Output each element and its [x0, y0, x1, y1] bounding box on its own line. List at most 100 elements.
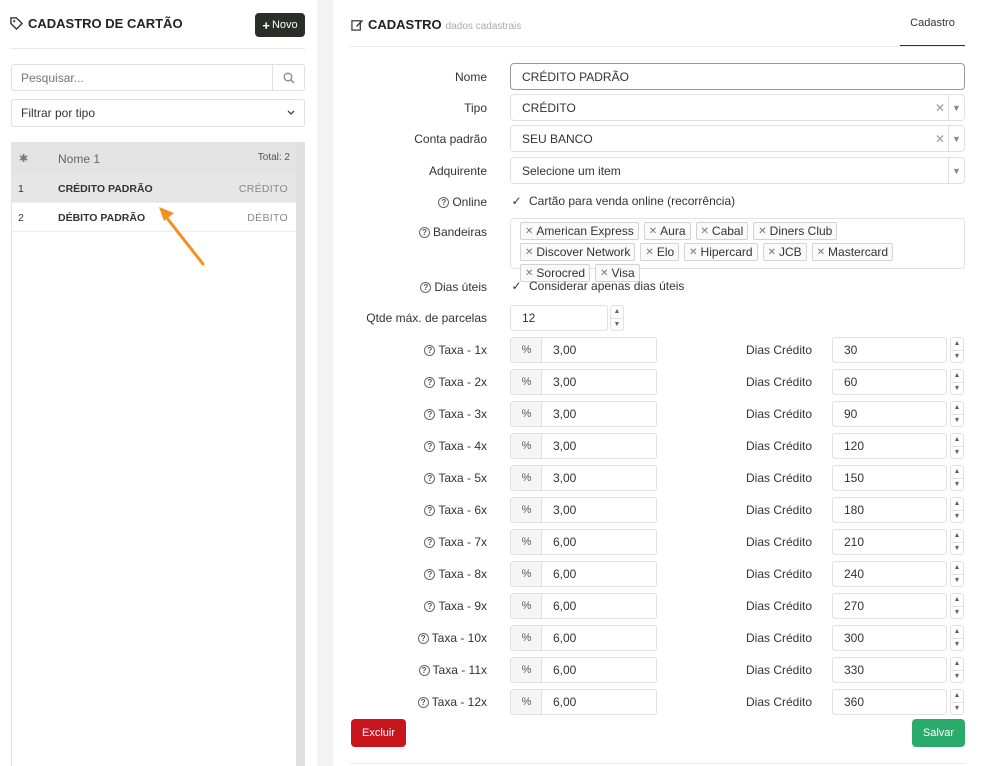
list-item[interactable]: 1 CRÉDITO PADRÃO CRÉDITO [12, 174, 304, 203]
new-card-button[interactable]: + Novo [255, 13, 305, 37]
dias-credito-input[interactable]: 180 [832, 497, 947, 523]
bandeira-tag[interactable]: ✕ Diners Club [753, 222, 838, 240]
chevron-down-icon[interactable]: ▼ [948, 158, 964, 183]
taxa-input[interactable]: 6,00 [541, 625, 657, 651]
tipo-select[interactable]: CRÉDITO ✕ ▼ [510, 94, 965, 121]
search-input[interactable] [12, 65, 272, 90]
remove-tag-icon[interactable]: ✕ [525, 226, 533, 237]
question-circle-icon[interactable]: ? [424, 344, 436, 356]
taxa-input[interactable]: 3,00 [541, 337, 657, 363]
clear-icon[interactable]: ✕ [932, 132, 948, 146]
chevron-up-icon[interactable]: ▲ [951, 434, 963, 446]
chevron-down-icon[interactable]: ▼ [951, 541, 963, 555]
chevron-up-icon[interactable]: ▲ [951, 370, 963, 382]
gear-icon[interactable]: ✱ [19, 152, 28, 165]
question-circle-icon[interactable]: ? [417, 632, 429, 644]
taxa-input[interactable]: 6,00 [541, 529, 657, 555]
taxa-input[interactable]: 3,00 [541, 497, 657, 523]
taxa-input[interactable]: 6,00 [541, 561, 657, 587]
bandeira-tag[interactable]: ✕ Hipercard [684, 243, 758, 261]
dias-credito-input[interactable]: 210 [832, 529, 947, 555]
chevron-down-icon[interactable]: ▼ [951, 637, 963, 651]
taxa-input[interactable]: 6,00 [541, 689, 657, 715]
list-scrollbar[interactable] [296, 143, 305, 766]
chevron-up-icon[interactable]: ▲ [951, 466, 963, 478]
dias-credito-input[interactable]: 90 [832, 401, 947, 427]
remove-tag-icon[interactable]: ✕ [758, 226, 766, 237]
taxa-input[interactable]: 3,00 [541, 369, 657, 395]
dias-credito-stepper[interactable]: ▲ ▼ [950, 337, 964, 363]
remove-tag-icon[interactable]: ✕ [649, 226, 657, 237]
chevron-up-icon[interactable]: ▲ [611, 306, 623, 318]
dias-credito-stepper[interactable]: ▲ ▼ [950, 593, 964, 619]
question-circle-icon[interactable]: ? [424, 376, 436, 388]
bandeira-tag[interactable]: ✕ Discover Network [520, 243, 636, 261]
chevron-up-icon[interactable]: ▲ [951, 498, 963, 510]
type-filter-select[interactable]: Filtrar por tipo [11, 99, 305, 127]
chevron-up-icon[interactable]: ▲ [951, 690, 963, 702]
taxa-input[interactable]: 6,00 [541, 593, 657, 619]
dias-credito-stepper[interactable]: ▲ ▼ [950, 369, 964, 395]
dias-credito-stepper[interactable]: ▲ ▼ [950, 561, 964, 587]
delete-button[interactable]: Excluir [351, 719, 406, 747]
dias-credito-input[interactable]: 150 [832, 465, 947, 491]
question-circle-icon[interactable]: ? [424, 600, 436, 612]
dias-credito-stepper[interactable]: ▲ ▼ [950, 625, 964, 651]
question-circle-icon[interactable]: ? [418, 664, 430, 676]
chevron-down-icon[interactable]: ▼ [951, 413, 963, 427]
dias-credito-input[interactable]: 360 [832, 689, 947, 715]
bandeira-tag[interactable]: ✕ Mastercard [811, 243, 894, 261]
chevron-down-icon[interactable]: ▼ [951, 509, 963, 523]
dias-credito-input[interactable]: 270 [832, 593, 947, 619]
chevron-down-icon[interactable]: ▼ [951, 605, 963, 619]
question-circle-icon[interactable]: ? [438, 196, 450, 208]
remove-tag-icon[interactable]: ✕ [525, 268, 533, 279]
chevron-down-icon[interactable]: ▼ [948, 126, 964, 151]
question-circle-icon[interactable]: ? [418, 226, 430, 238]
chevron-up-icon[interactable]: ▲ [951, 562, 963, 574]
chevron-up-icon[interactable]: ▲ [951, 402, 963, 414]
bandeira-tag[interactable]: ✕ Elo [640, 243, 680, 261]
remove-tag-icon[interactable]: ✕ [817, 247, 825, 258]
chevron-down-icon[interactable]: ▼ [951, 381, 963, 395]
bandeira-tag[interactable]: ✕ JCB [762, 243, 807, 261]
dias-credito-stepper[interactable]: ▲ ▼ [950, 465, 964, 491]
chevron-down-icon[interactable]: ▼ [951, 349, 963, 363]
name-column-header[interactable]: Nome 1 [58, 152, 100, 166]
remove-tag-icon[interactable]: ✕ [525, 247, 533, 258]
chevron-down-icon[interactable]: ▼ [951, 445, 963, 459]
remove-tag-icon[interactable]: ✕ [701, 226, 709, 237]
remove-tag-icon[interactable]: ✕ [645, 247, 653, 258]
remove-tag-icon[interactable]: ✕ [768, 247, 776, 258]
dias-credito-input[interactable]: 30 [832, 337, 947, 363]
check-icon[interactable]: ✓ [511, 194, 522, 208]
bandeira-tag[interactable]: ✕ Aura [643, 222, 691, 240]
chevron-up-icon[interactable]: ▲ [951, 530, 963, 542]
search-button[interactable] [272, 65, 304, 90]
bandeira-tag[interactable]: ✕ Cabal [695, 222, 749, 240]
dias-credito-input[interactable]: 240 [832, 561, 947, 587]
chevron-down-icon[interactable]: ▼ [951, 477, 963, 491]
bandeira-tag[interactable]: ✕ American Express [520, 222, 639, 240]
dias-credito-stepper[interactable]: ▲ ▼ [950, 433, 964, 459]
remove-tag-icon[interactable]: ✕ [600, 268, 608, 279]
dias-credito-input[interactable]: 60 [832, 369, 947, 395]
chevron-up-icon[interactable]: ▲ [951, 338, 963, 350]
taxa-input[interactable]: 3,00 [541, 465, 657, 491]
chevron-down-icon[interactable]: ▼ [951, 701, 963, 715]
taxa-input[interactable]: 3,00 [541, 401, 657, 427]
bandeiras-multiselect[interactable]: ✕ American Express ✕ Aura ✕ Cabal ✕ Diners Club… [510, 218, 965, 282]
nome-input[interactable]: CRÉDITO PADRÃO [510, 63, 965, 90]
qtde-stepper[interactable]: ▲ ▼ [610, 305, 624, 331]
qtde-input[interactable]: 12 [510, 305, 608, 331]
save-button[interactable]: Salvar [912, 719, 965, 747]
chevron-up-icon[interactable]: ▲ [951, 594, 963, 606]
question-circle-icon[interactable]: ? [420, 281, 432, 293]
question-circle-icon[interactable]: ? [424, 440, 436, 452]
taxa-input[interactable]: 6,00 [541, 657, 657, 683]
dias-credito-stepper[interactable]: ▲ ▼ [950, 689, 964, 715]
dias-credito-stepper[interactable]: ▲ ▼ [950, 657, 964, 683]
dias-uteis-checkbox[interactable]: ✓ Considerar apenas dias úteis [511, 279, 684, 293]
dias-credito-input[interactable]: 300 [832, 625, 947, 651]
chevron-down-icon[interactable]: ▼ [951, 669, 963, 683]
